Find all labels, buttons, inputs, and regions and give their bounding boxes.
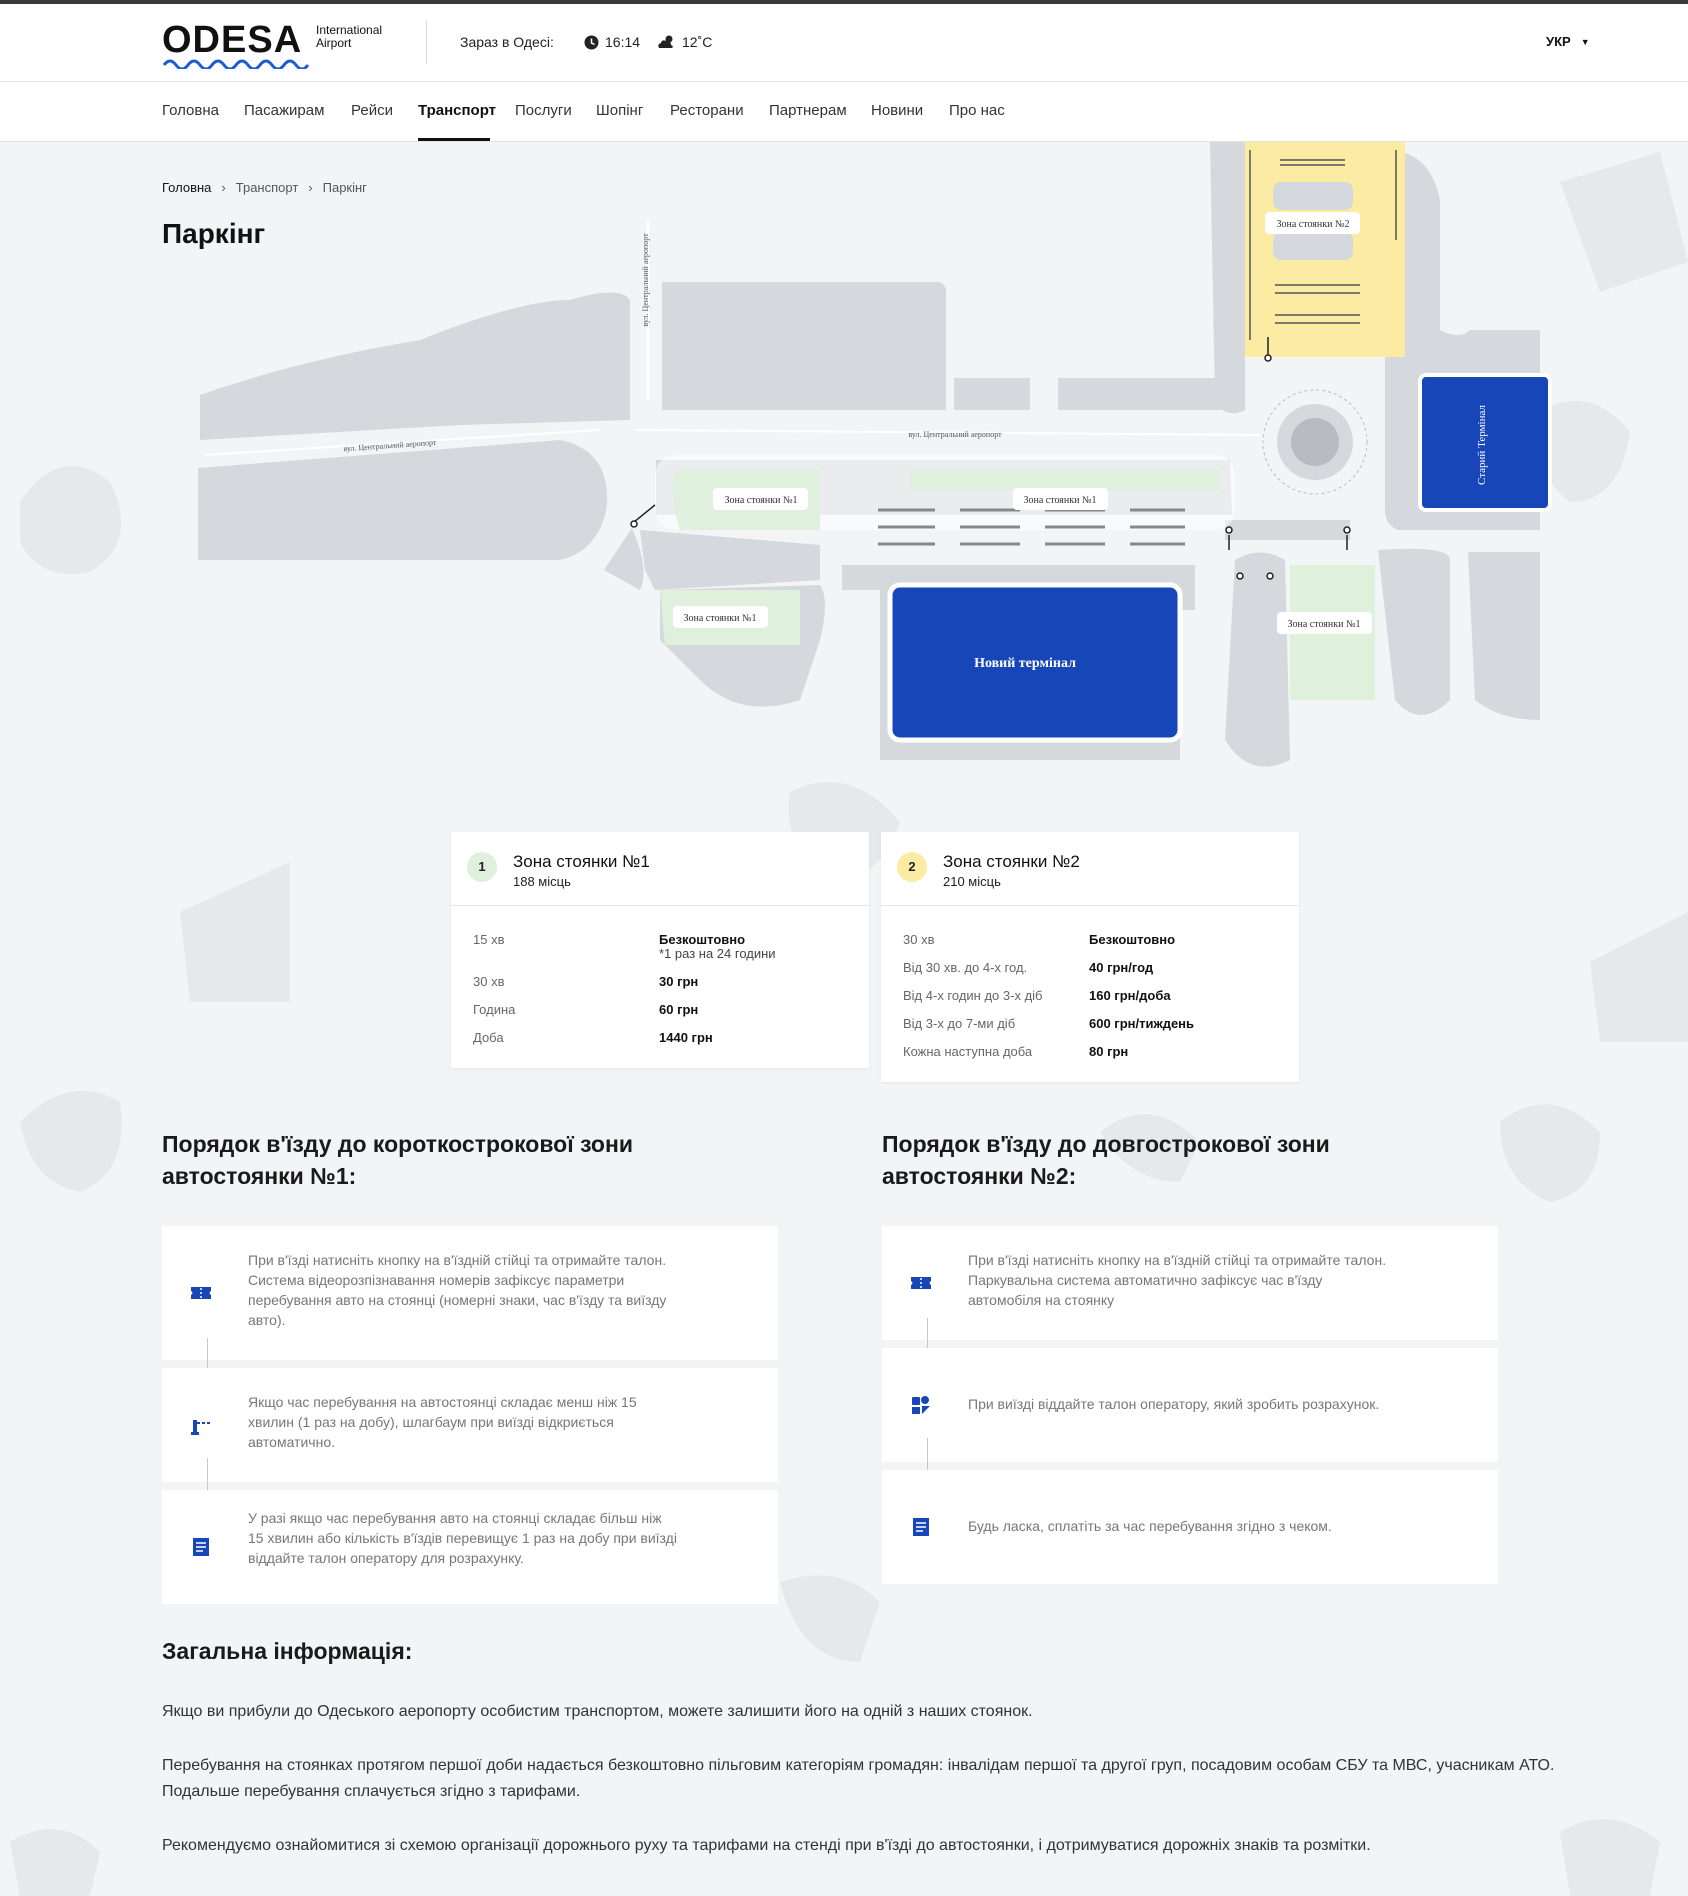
tariff-price: 160 грн/доба [1089, 988, 1171, 1003]
short-step-2: Якщо час перебування на автостоянці скла… [162, 1368, 778, 1482]
zone1-map-label: Зона стоянки №1 [725, 495, 798, 506]
ticket-icon [911, 1277, 931, 1289]
zone2-name: Зона стоянки №2 [943, 852, 1080, 871]
header-divider [426, 20, 427, 64]
main-content: Головна › Транспорт › Паркінг Паркінг Зо… [0, 142, 1688, 1896]
nav-item-home[interactable]: Головна [162, 102, 219, 119]
active-tab-underline [418, 138, 490, 141]
logo-subtitle: International Airport [316, 23, 383, 50]
nav-item-partners[interactable]: Партнерам [769, 102, 847, 119]
tariff-period: Від 4-х годин до 3-х діб [903, 988, 1043, 1003]
roundabout-icon [1291, 418, 1339, 466]
tariff-price: Безкоштовно [1089, 932, 1176, 947]
tariff-price: 80 грн [1089, 1044, 1129, 1059]
short-step-2-text: Якщо час перебування на автостоянці скла… [248, 1394, 637, 1450]
weather: 12˚C [656, 34, 712, 50]
zone2-number-badge: 2 [897, 852, 927, 882]
nav-item-transport[interactable]: Транспорт [418, 102, 496, 119]
long-step-1-text: При в'їзді натисніть кнопку на в'їздній … [968, 1252, 1387, 1308]
zone1-map-label: Зона стоянки №1 [1288, 619, 1361, 630]
nav-item-flights[interactable]: Рейси [351, 102, 393, 119]
tariff-period: Кожна наступна доба [903, 1044, 1033, 1059]
tariff-period: 30 хв [903, 932, 935, 947]
local-time: 16:14 [584, 34, 640, 50]
old-terminal-label: Старий Термінал [1476, 405, 1488, 485]
short-step-1-text: При в'їзді натисніть кнопку на в'їздній … [248, 1252, 667, 1328]
ticket-icon [191, 1287, 211, 1299]
short-entry-title: Порядок в'їзду до короткострокової зони … [162, 1131, 634, 1189]
short-step-3-text: У разі якщо час перебування авто на стоя… [248, 1510, 677, 1566]
zone1-capacity: 188 місць [513, 874, 571, 889]
tariff-price: 60 грн [659, 1002, 699, 1017]
street-label-vertical: вул. Центральний аеропорт [641, 233, 650, 327]
tariff-price: Безкоштовно [659, 932, 746, 947]
time-value: 16:14 [605, 34, 641, 50]
clock-icon [584, 35, 599, 49]
long-step-3-text: Будь ласка, сплатіть за час перебування … [968, 1518, 1332, 1534]
nav-item-about[interactable]: Про нас [949, 102, 1005, 119]
long-step-3: Будь ласка, сплатіть за час перебування … [882, 1470, 1498, 1584]
temperature-value: 12˚C [682, 34, 713, 50]
zone2-capacity: 210 місць [943, 874, 1001, 889]
long-step-1: При в'їзді натисніть кнопку на в'їздній … [882, 1226, 1498, 1340]
tariff-note: *1 раз на 24 години [659, 946, 776, 961]
zone2-island [1273, 182, 1353, 210]
caret-down-icon: ▼ [1580, 36, 1590, 47]
zone1-card-header: 1 Зона стоянки №1 188 місць [451, 832, 869, 906]
tariff-period: 15 хв [473, 932, 505, 947]
tariff-price: 30 грн [659, 974, 699, 989]
nav-item-services[interactable]: Послуги [515, 102, 572, 119]
short-step-1: При в'їзді натисніть кнопку на в'їздній … [162, 1226, 778, 1360]
receipt-icon [193, 1538, 209, 1556]
zone1-name: Зона стоянки №1 [513, 852, 650, 871]
zone2-map-label: Зона стоянки №2 [1277, 219, 1350, 230]
long-step-2: При виїзді віддайте талон оператору, яки… [882, 1348, 1498, 1462]
tariff-price: 600 грн/тиждень [1089, 1016, 1195, 1031]
logo-word: ODESA [162, 19, 303, 61]
tariff-period: 30 хв [473, 974, 505, 989]
parking-map: Зона стоянки №2 Старий Термінал Зона сто… [198, 142, 1552, 767]
long-entry-title: Порядок в'їзду до довгострокової зони ав… [882, 1131, 1330, 1189]
zone2-card: 2 Зона стоянки №2 210 місць 30 хв Безкош… [881, 832, 1299, 1082]
tariff-period: Година [473, 1002, 516, 1017]
tariff-price: 40 грн/год [1089, 960, 1154, 975]
zone1-card: 1 Зона стоянки №1 188 місць 15 хв Безкош… [451, 832, 869, 1068]
new-terminal-label: Новий термінал [974, 656, 1076, 671]
zone1-number-badge: 1 [467, 852, 497, 882]
tariff-period: Від 3-х до 7-ми діб [903, 1016, 1016, 1031]
nav-item-shopping[interactable]: Шопінг [596, 102, 643, 119]
nav-item-passengers[interactable]: Пасажирам [244, 102, 324, 119]
nav-item-restaurants[interactable]: Ресторани [670, 102, 744, 119]
short-step-3: У разі якщо час перебування авто на стоя… [162, 1490, 778, 1604]
general-info-paragraph: Перебування на стоянках протягом першої … [162, 1757, 1555, 1800]
main-nav: Головна Пасажирам Рейси Транспорт Послуг… [0, 82, 1688, 142]
street-label-center: вул. Центральний аеропорт [908, 430, 1002, 439]
general-info-paragraph: Рекомендуємо ознайомитися зі схемою орга… [162, 1837, 1371, 1854]
general-info-title: Загальна інформація: [162, 1638, 413, 1664]
general-info-paragraph: Якщо ви прибули до Одеського аеропорту о… [162, 1703, 1033, 1720]
nav-item-news[interactable]: Новини [871, 102, 923, 119]
language-selector[interactable]: УКР ▼ [1546, 34, 1590, 49]
tariff-period: Від 30 хв. до 4-х год. [903, 960, 1028, 975]
operator-icon [912, 1396, 930, 1414]
tariff-price: 1440 грн [659, 1030, 713, 1045]
zone2-card-header: 2 Зона стоянки №2 210 місць [881, 832, 1299, 906]
weather-cloud-icon [658, 35, 673, 48]
language-label: УКР [1546, 34, 1571, 49]
tariff-period: Доба [473, 1030, 504, 1045]
barrier-icon [191, 1420, 211, 1435]
long-step-2-text: При виїзді віддайте талон оператору, яки… [968, 1396, 1380, 1412]
airport-logo[interactable]: ODESA International Airport [162, 19, 402, 69]
logo-waves-icon [162, 59, 310, 69]
site-header: ODESA International Airport Зараз в Одес… [0, 4, 1688, 82]
zone1-area-b [910, 470, 1220, 490]
receipt-icon [913, 1518, 929, 1536]
zone1-map-label: Зона стоянки №1 [1024, 495, 1097, 506]
zone1-map-label: Зона стоянки №1 [684, 613, 757, 624]
zone2-island [1273, 232, 1353, 260]
now-label: Зараз в Одесі: [460, 34, 554, 50]
